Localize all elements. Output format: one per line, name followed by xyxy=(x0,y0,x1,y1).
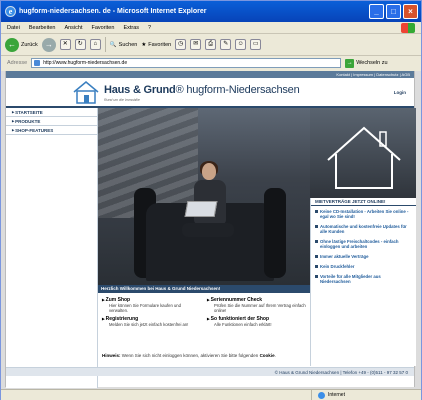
sidebar-item[interactable]: Automatische und kostenfreie Updates für… xyxy=(311,221,416,236)
login-link[interactable]: Login xyxy=(394,90,406,95)
hero-photo xyxy=(98,108,310,285)
refresh-button[interactable]: ↻ xyxy=(74,39,86,50)
house-outline-icon xyxy=(327,126,401,189)
toolbar: ← Zurück → ✕ ↻ ⌂ 🔍 Suchen ★ Favoriten ◷ … xyxy=(1,34,421,56)
home-button[interactable]: ⌂ xyxy=(89,39,101,50)
windows-logo-icon xyxy=(401,23,415,33)
address-label: Adresse xyxy=(7,60,28,66)
search-button[interactable]: 🔍 Suchen xyxy=(110,42,138,48)
search-label: Suchen xyxy=(118,41,138,48)
feature-so-funktioniert[interactable]: So funktioniert der Shop Alle Funktionen… xyxy=(207,316,306,327)
back-button[interactable]: ← Zurück xyxy=(5,37,38,52)
feature-description: Alle Funktionen einfach erklärt! xyxy=(214,322,272,327)
security-zone: Internet xyxy=(311,390,421,400)
cookie-hint: Hinweis: Wenn Sie sich nicht einloggen k… xyxy=(102,353,276,358)
right-sidebar: MIETVERTRÄGE JETZT ONLINE! Keine CD-Inst… xyxy=(310,198,416,366)
logo-name: hugform-Niedersachsen xyxy=(186,84,300,96)
menu-favoriten[interactable]: Favoriten xyxy=(92,25,115,31)
search-icon: 🔍 xyxy=(109,41,117,48)
house-logo-icon xyxy=(73,81,99,104)
history-button[interactable]: ◷ xyxy=(175,39,187,50)
back-label: Zurück xyxy=(21,41,38,48)
print-button[interactable]: ⎙ xyxy=(205,39,217,50)
sidebar-item[interactable]: Kein Druckfehler xyxy=(311,261,416,271)
menu-ansicht[interactable]: Ansicht xyxy=(64,25,82,31)
logo-brand: Haus & Grund xyxy=(104,84,176,96)
browser-window: e hugform-niedersachsen. de - Microsoft … xyxy=(0,0,422,400)
site-footer: © Haus & Grund Niedersachsen | Telefon +… xyxy=(6,367,414,376)
mail-button[interactable]: ✉ xyxy=(190,39,202,50)
go-arrow-icon[interactable]: → xyxy=(345,58,355,68)
url-input[interactable]: http://www.hugform-niedersachsen.de xyxy=(31,58,342,68)
page-viewport: Kontakt | Impressum | Datenschutz | AGB … xyxy=(1,71,421,389)
menu-help[interactable]: ? xyxy=(148,25,151,31)
feature-registrierung[interactable]: Registrierung Melden Sie sich jetzt einf… xyxy=(102,316,201,327)
globe-icon xyxy=(318,391,325,399)
nav-item-startseite[interactable]: STARTSEITE xyxy=(6,108,97,117)
feature-zum-shop[interactable]: Zum Shop Hier können Sie Formulare kaufe… xyxy=(102,297,201,313)
url-text: http://www.hugform-niedersachsen.de xyxy=(43,60,128,66)
go-button[interactable]: Wechseln zu xyxy=(356,60,387,66)
sidebar-item[interactable]: Keine CD-Installation - Arbeiten Sie onl… xyxy=(311,206,416,221)
star-icon: ★ xyxy=(141,41,147,48)
welcome-banner: Herzlich Willkommen bei Haus & Grund Nie… xyxy=(98,285,310,293)
nav-item-produkte[interactable]: PRODUKTE xyxy=(6,117,97,126)
hint-text: Wenn Sie sich nicht einloggen können, ak… xyxy=(121,353,259,358)
tagline: Rund um die Immobilie xyxy=(104,98,140,102)
folder-button[interactable]: ▭ xyxy=(250,39,262,50)
back-arrow-icon: ← xyxy=(5,37,19,52)
forward-button[interactable]: → xyxy=(41,37,56,52)
sofa-arm-right xyxy=(264,188,286,278)
edit-button[interactable]: ✎ xyxy=(220,39,232,50)
cookie-link[interactable]: Cookie xyxy=(260,353,275,358)
left-navigation: STARTSEITE PRODUKTE SHOP-FEATURES xyxy=(6,108,98,388)
status-bar: Internet xyxy=(1,389,421,400)
zone-label: Internet xyxy=(328,392,345,398)
feature-description: Prüfen Sie die Nummer auf Ihrem Vertrag … xyxy=(214,303,306,313)
sidebar-item[interactable]: Vorteile für alle Mitglieder aus Nieders… xyxy=(311,271,416,286)
stop-button[interactable]: ✕ xyxy=(59,39,71,50)
window-title: hugform-niedersachsen. de - Microsoft In… xyxy=(19,8,207,15)
page-icon xyxy=(34,60,41,66)
site-logo[interactable]: Haus & Grund® hugform-Niedersachsen xyxy=(104,84,300,96)
ie-logo-icon: e xyxy=(5,6,16,17)
feature-description: Hier können Sie Formulare kaufen und ver… xyxy=(109,303,181,313)
menu-datei[interactable]: Datei xyxy=(7,25,20,31)
maximize-button[interactable]: □ xyxy=(386,4,401,19)
side-photo xyxy=(310,108,416,198)
close-button[interactable]: × xyxy=(403,4,418,19)
messenger-button[interactable]: ☺ xyxy=(235,39,247,50)
menu-bar: Datei Bearbeiten Ansicht Favoriten Extra… xyxy=(1,22,421,34)
nav-item-shop-features[interactable]: SHOP-FEATURES xyxy=(6,126,97,135)
sidebar-title: MIETVERTRÄGE JETZT ONLINE! xyxy=(311,198,416,206)
woman-with-laptop-image xyxy=(182,161,234,258)
web-page: Kontakt | Impressum | Datenschutz | AGB … xyxy=(5,71,416,388)
menu-extras[interactable]: Extras xyxy=(123,25,139,31)
title-bar: e hugform-niedersachsen. de - Microsoft … xyxy=(1,1,421,22)
site-header: Haus & Grund® hugform-Niedersachsen Rund… xyxy=(6,78,414,108)
favorites-button[interactable]: ★ Favoriten xyxy=(141,42,171,48)
toolbar-separator xyxy=(104,37,106,52)
feature-description: Melden Sie sich jetzt einfach kostenfrei… xyxy=(109,322,189,327)
feature-seriennummer-check[interactable]: Seriennummer Check Prüfen Sie die Nummer… xyxy=(207,297,306,313)
minimize-button[interactable]: _ xyxy=(369,4,384,19)
sidebar-item[interactable]: Ohne lästige Freischaltcodes - einfach e… xyxy=(311,236,416,251)
hint-label: Hinweis: xyxy=(102,353,121,358)
menu-bearbeiten[interactable]: Bearbeiten xyxy=(29,25,56,31)
laptop-image xyxy=(184,201,218,217)
favorites-label: Favoriten xyxy=(148,41,172,48)
top-links[interactable]: Kontakt | Impressum | Datenschutz | AGB xyxy=(6,71,414,78)
sidebar-item[interactable]: Immer aktuelle Verträge xyxy=(311,251,416,261)
address-bar: Adresse http://www.hugform-niedersachsen… xyxy=(1,56,421,70)
